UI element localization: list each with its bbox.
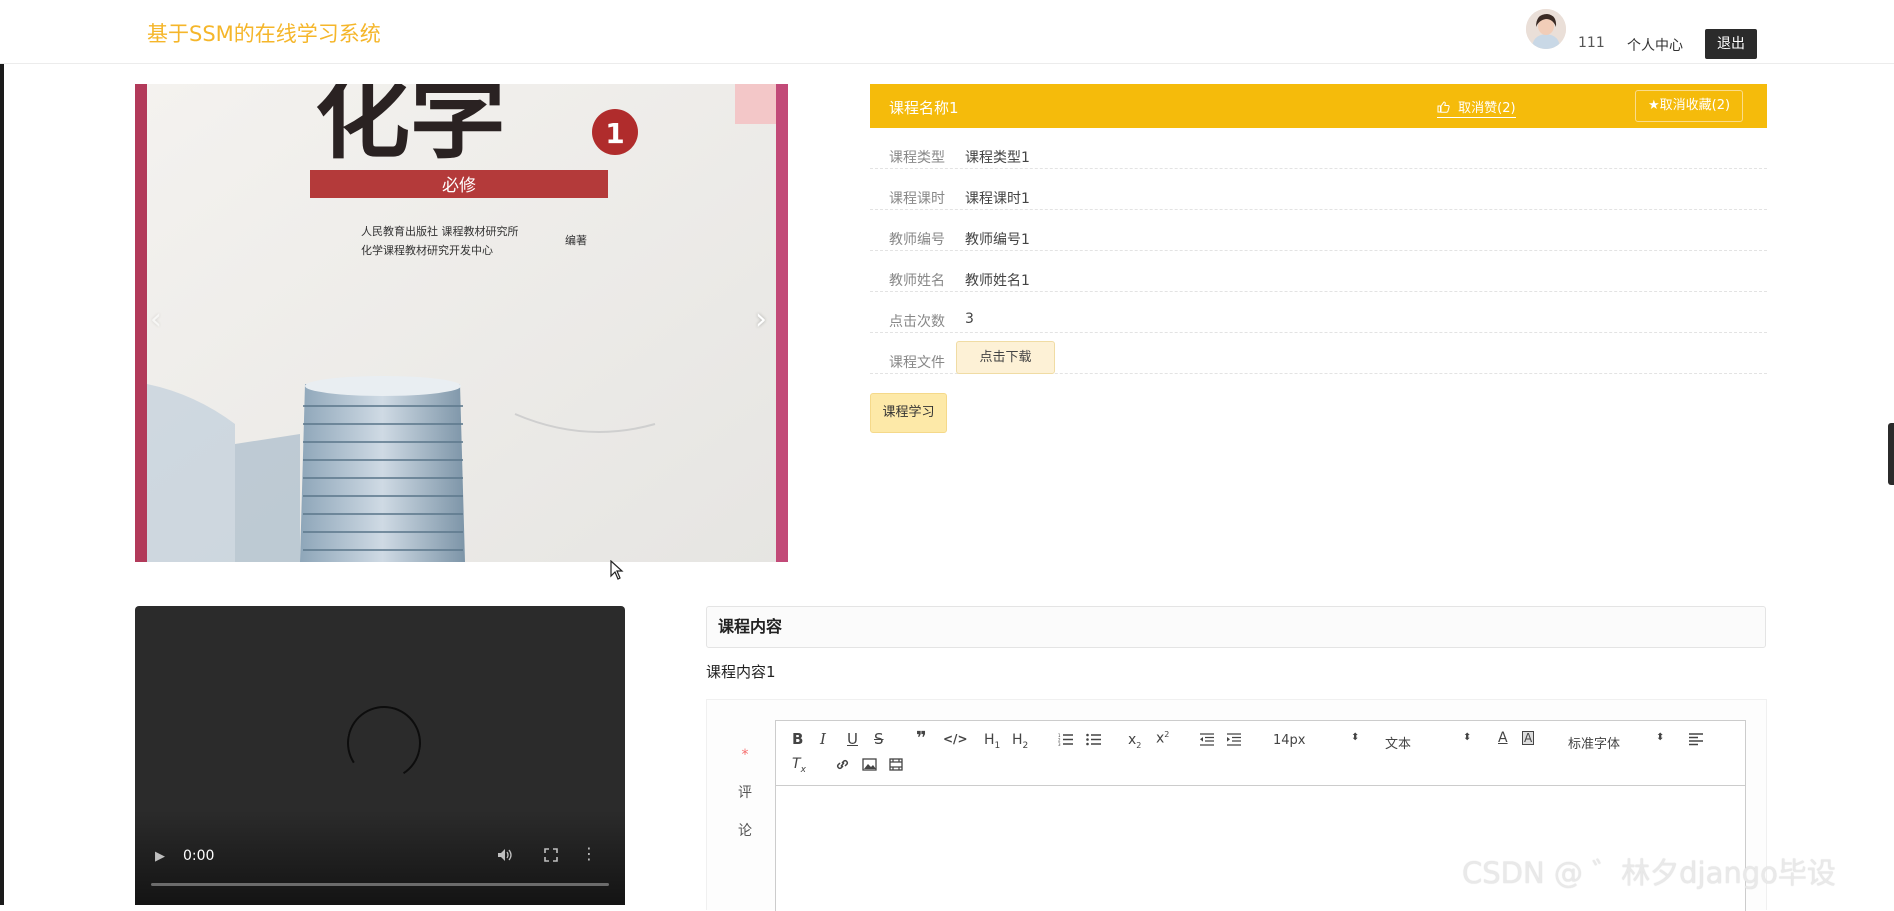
volume-icon[interactable] bbox=[497, 848, 513, 865]
course-title-bar: 课程名称1 取消赞(2) ★取消收藏(2) bbox=[870, 84, 1767, 128]
paragraph-value: 文本 bbox=[1385, 737, 1412, 752]
unlike-label: 取消赞(2) bbox=[1458, 101, 1516, 116]
font-color-icon[interactable]: A bbox=[1498, 731, 1508, 745]
strikethrough-icon[interactable]: S bbox=[874, 732, 884, 747]
comment-label-line1: 评 bbox=[738, 785, 752, 801]
content-heading: 课程内容 bbox=[706, 606, 1766, 648]
info-value: 教师编号1 bbox=[965, 232, 1030, 248]
video-time: 0:00 bbox=[183, 848, 215, 864]
info-row: 课程课时 课程课时1 bbox=[870, 169, 1767, 210]
paragraph-select[interactable]: 文本 ⬍ bbox=[1385, 732, 1472, 752]
info-row: 教师姓名 教师姓名1 bbox=[870, 251, 1767, 292]
fullscreen-icon[interactable] bbox=[544, 848, 558, 865]
info-row: 教师编号 教师编号1 bbox=[870, 210, 1767, 251]
course-image-carousel[interactable]: 化学 1 必修 人民教育出版社 课程教材研究所 化学课程教材研究开发中心 编著 bbox=[135, 84, 788, 562]
loading-spinner-icon bbox=[340, 699, 428, 787]
video-embed-icon[interactable] bbox=[889, 758, 903, 774]
cover-publisher-suffix: 编著 bbox=[565, 233, 587, 247]
info-label: 教师姓名 bbox=[889, 273, 945, 289]
user-avatar[interactable] bbox=[1526, 9, 1566, 49]
heading2-icon[interactable]: H2 bbox=[1012, 733, 1028, 751]
info-row: 点击次数 3 bbox=[870, 292, 1767, 333]
clear-format-icon[interactable]: Tx bbox=[792, 757, 806, 775]
select-arrows-icon: ⬍ bbox=[1656, 732, 1665, 743]
bullet-list-icon[interactable] bbox=[1086, 733, 1101, 749]
background-color-icon[interactable]: A bbox=[1522, 731, 1535, 745]
mouse-cursor-icon bbox=[610, 559, 624, 584]
info-row: 课程类型 课程类型1 bbox=[870, 128, 1767, 169]
select-arrows-icon: ⬍ bbox=[1463, 732, 1472, 743]
window-left-border bbox=[0, 0, 4, 905]
username-label: 111 bbox=[1578, 35, 1605, 51]
info-value: 课程课时1 bbox=[965, 191, 1030, 207]
cover-title-text: 化学 bbox=[315, 84, 505, 172]
cover-subtitle-text: 必修 bbox=[442, 176, 476, 196]
info-value: 3 bbox=[965, 311, 974, 327]
editor-toolbar: B I U S ❞ </> H1 H2 123 x2 x2 14px ⬍ 文本 … bbox=[776, 721, 1745, 786]
select-arrows-icon: ⬍ bbox=[1351, 732, 1360, 743]
course-study-button[interactable]: 课程学习 bbox=[870, 393, 947, 433]
underline-icon[interactable]: U bbox=[847, 732, 858, 747]
info-label: 教师编号 bbox=[889, 232, 945, 248]
logout-button[interactable]: 退出 bbox=[1705, 29, 1757, 59]
font-family-value: 标准字体 bbox=[1568, 737, 1621, 752]
content-body: 课程内容1 bbox=[706, 663, 776, 681]
carousel-prev-icon[interactable]: ‹ bbox=[150, 305, 162, 335]
cover-publisher-line2: 化学课程教材研究开发中心 bbox=[361, 243, 493, 257]
video-progress-bar[interactable] bbox=[151, 883, 609, 886]
font-size-value: 14px bbox=[1273, 733, 1306, 748]
bold-icon[interactable]: B bbox=[792, 732, 803, 747]
outdent-icon[interactable] bbox=[1199, 733, 1214, 749]
svg-text:3: 3 bbox=[1058, 742, 1061, 746]
course-info-panel: 课程名称1 取消赞(2) ★取消收藏(2) 课程类型 课程类型1 课程课时 课程… bbox=[870, 84, 1767, 374]
more-options-icon[interactable]: ⋮ bbox=[581, 846, 597, 862]
info-value: 课程类型1 bbox=[965, 150, 1030, 166]
side-scroll-tab[interactable] bbox=[1888, 423, 1894, 485]
cover-publisher-line1: 人民教育出版社 课程教材研究所 bbox=[361, 224, 519, 238]
link-icon[interactable] bbox=[835, 758, 850, 774]
carousel-next-icon[interactable]: › bbox=[755, 305, 767, 335]
course-content-section: 课程内容 课程内容1 * 评 论 B I U S ❞ </> H1 H2 123 bbox=[706, 606, 1767, 911]
subscript-icon[interactable]: x2 bbox=[1128, 733, 1141, 750]
font-family-select[interactable]: 标准字体 ⬍ bbox=[1568, 732, 1665, 752]
info-label: 课程课时 bbox=[889, 191, 945, 207]
top-header: 基于SSM的在线学习系统 111 个人中心 退出 bbox=[0, 0, 1894, 64]
watermark-text: CSDN @ ゛林夕django毕设 bbox=[1462, 856, 1836, 890]
course-video-player[interactable]: ▶ 0:00 ⋮ bbox=[135, 606, 625, 905]
indent-icon[interactable] bbox=[1226, 733, 1241, 749]
image-icon[interactable] bbox=[862, 758, 877, 774]
ordered-list-icon[interactable]: 123 bbox=[1058, 733, 1073, 749]
unfavorite-button[interactable]: ★取消收藏(2) bbox=[1635, 90, 1744, 122]
info-label: 点击次数 bbox=[889, 314, 945, 330]
code-block-icon[interactable]: </> bbox=[943, 733, 968, 745]
required-mark: * bbox=[741, 747, 749, 763]
cover-number-text: 1 bbox=[605, 117, 624, 150]
font-size-select[interactable]: 14px ⬍ bbox=[1273, 732, 1360, 748]
info-label: 课程类型 bbox=[889, 150, 945, 166]
comment-label: * 评 论 bbox=[735, 736, 755, 850]
info-label: 课程文件 bbox=[889, 355, 945, 371]
course-title: 课程名称1 bbox=[889, 99, 959, 117]
unlike-button[interactable]: 取消赞(2) bbox=[1437, 97, 1516, 118]
site-logo[interactable]: 基于SSM的在线学习系统 bbox=[147, 18, 381, 48]
align-left-icon[interactable] bbox=[1689, 733, 1703, 749]
superscript-icon[interactable]: x2 bbox=[1156, 731, 1169, 746]
blockquote-icon[interactable]: ❞ bbox=[916, 730, 927, 748]
info-row-file: 课程文件 点击下载 bbox=[870, 333, 1767, 374]
play-icon[interactable]: ▶ bbox=[155, 850, 165, 863]
course-cover-image: 化学 1 必修 人民教育出版社 课程教材研究所 化学课程教材研究开发中心 编著 bbox=[135, 84, 788, 562]
heading1-icon[interactable]: H1 bbox=[984, 733, 1000, 751]
italic-icon[interactable]: I bbox=[820, 732, 826, 747]
profile-link[interactable]: 个人中心 bbox=[1627, 35, 1683, 55]
thumbs-up-icon bbox=[1437, 101, 1458, 116]
info-value: 教师姓名1 bbox=[965, 273, 1030, 289]
comment-label-line2: 论 bbox=[738, 823, 752, 839]
download-file-button[interactable]: 点击下载 bbox=[956, 341, 1055, 374]
